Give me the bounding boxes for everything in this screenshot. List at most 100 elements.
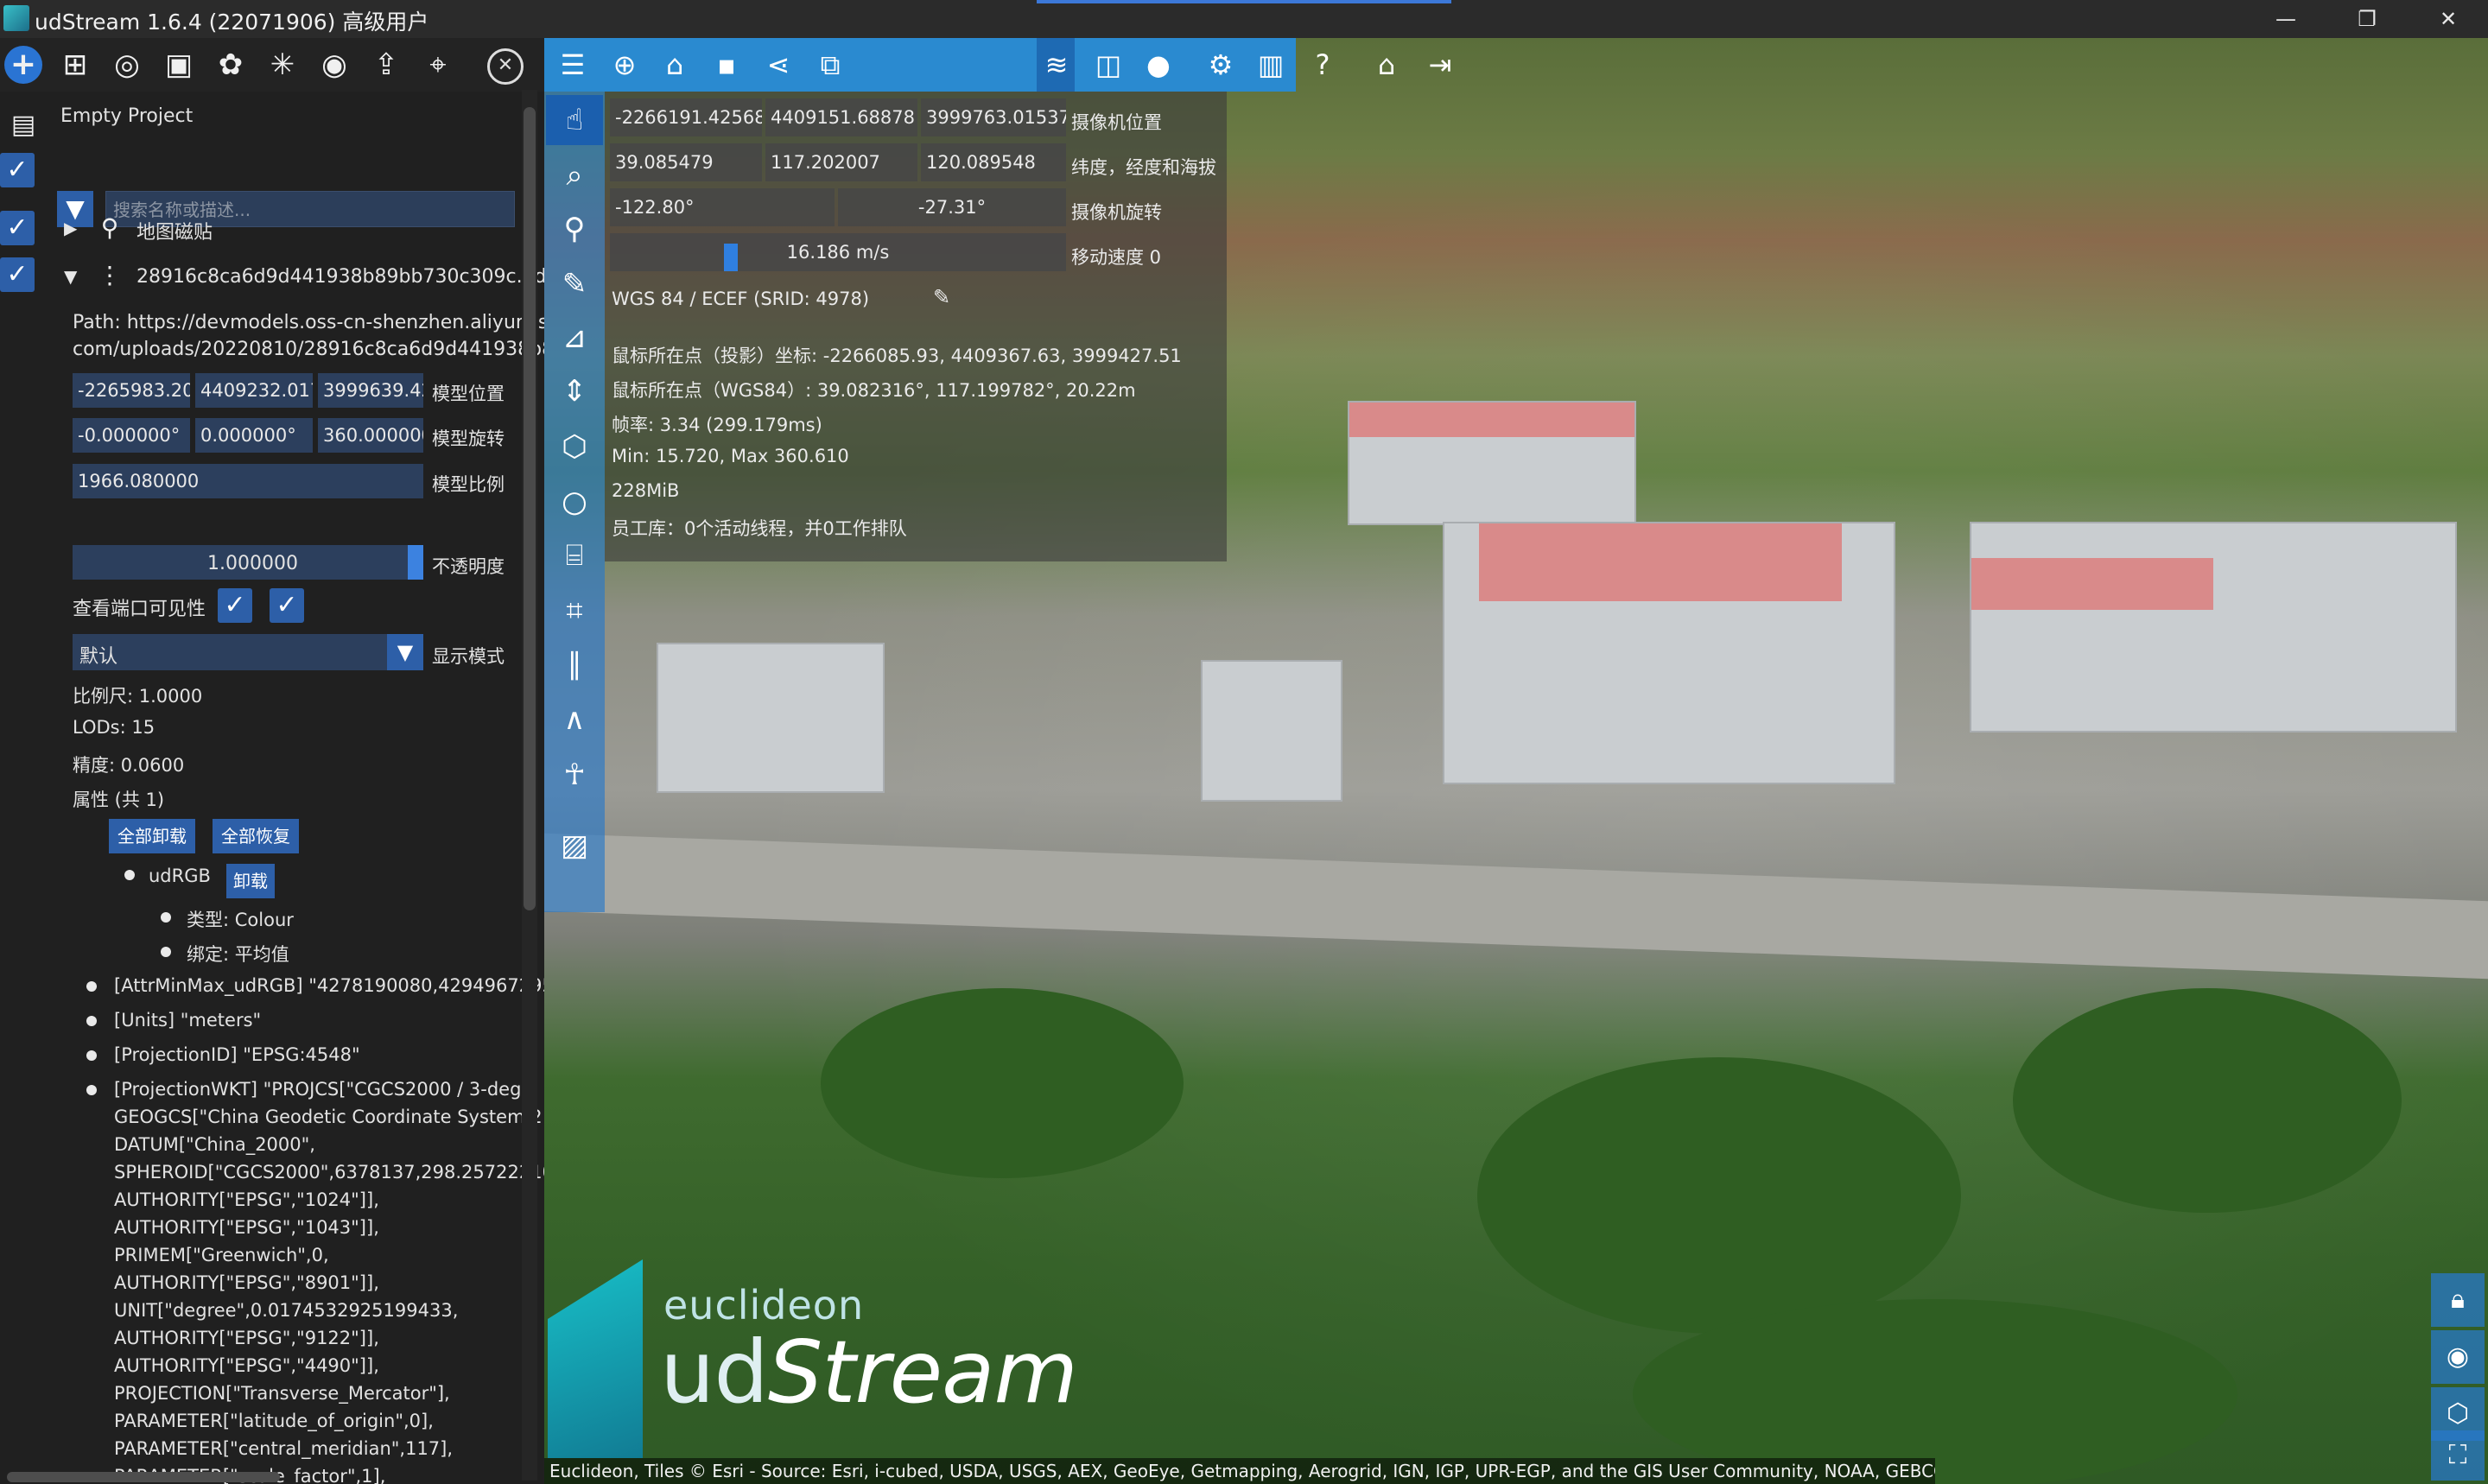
unload-all-button[interactable]: 全部卸载	[109, 819, 195, 853]
model-position-label: 模型位置	[432, 384, 505, 404]
opacity-value: 1.000000	[207, 553, 298, 574]
crop-icon[interactable]: ⌗	[551, 587, 598, 634]
minimize-button[interactable]: —	[2246, 0, 2326, 38]
person-icon[interactable]: ☥	[551, 752, 598, 798]
restore-all-button[interactable]: 全部恢复	[213, 819, 299, 853]
add-map-icon[interactable]: ⊞	[54, 43, 97, 86]
model-rotation-y[interactable]: 0.000000°	[195, 418, 313, 453]
close-circle-icon[interactable]: ✕	[487, 48, 524, 85]
visibility-checkbox-1[interactable]: ✓	[218, 588, 252, 623]
horizontal-scrollbar[interactable]	[7, 1472, 280, 1482]
lock-icon[interactable]: 🔒︎	[2431, 1273, 2485, 1327]
scene-building	[1970, 522, 2457, 732]
visibility-checkbox-2[interactable]: ✓	[270, 588, 304, 623]
close-button[interactable]: ✕	[2409, 0, 2488, 38]
camera-icon[interactable]: ◎	[105, 43, 149, 86]
profile-icon[interactable]: ∧	[551, 696, 598, 743]
model-scale-input[interactable]: 1966.080000	[73, 464, 423, 498]
sphere-icon[interactable]: ○	[551, 479, 598, 525]
help-icon[interactable]: ?	[1301, 43, 1344, 86]
model-path-line2: com/uploads/20220810/28916c8ca6d9d441938…	[73, 339, 544, 360]
bullet	[161, 947, 171, 957]
exit-icon[interactable]: ⇥	[1419, 43, 1462, 86]
screenshot-icon[interactable]: ▣	[157, 43, 200, 86]
opacity-slider-thumb[interactable]	[408, 545, 423, 580]
search-icon[interactable]: ⌕	[551, 152, 598, 199]
hand-pointer-icon[interactable]: ☝	[551, 97, 598, 143]
upload-icon[interactable]: ⇪	[365, 43, 408, 86]
camera-alt[interactable]: 120.089548	[921, 143, 1066, 181]
camera-lat[interactable]: 39.085479	[610, 143, 762, 181]
broadcast-icon[interactable]: ◉	[313, 43, 356, 86]
location-user-icon[interactable]: ⌖	[416, 43, 460, 86]
display-mode-value: 默认	[79, 646, 118, 668]
unload-button[interactable]: 卸载	[226, 864, 275, 898]
line-icon[interactable]: ∥	[551, 641, 598, 688]
model-rotation-z[interactable]: 360.000000°	[318, 418, 423, 453]
save-icon[interactable]: ▪	[705, 43, 748, 86]
camera-position-y[interactable]: 4409151.68878	[765, 98, 917, 136]
3d-viewport[interactable]: ☰ ⊕ ⌂ ▪ ⋖ ⧉ ≋ ◫ ● ⚙ ▥ ? ⌂ ⇥ ☝ ⌕ ⚲ ✎ ⊿ ⇕ …	[544, 38, 2488, 1484]
layers-icon[interactable]: ≋	[1035, 43, 1078, 86]
network-icon[interactable]: ✿	[209, 43, 252, 86]
model-position-x[interactable]: -2265983.20	[73, 373, 190, 408]
speed-slider-thumb[interactable]	[724, 244, 738, 271]
camera-position-x[interactable]: -2266191.42568	[610, 98, 762, 136]
collapse-arrow-icon[interactable]: ▼	[64, 266, 77, 287]
map-pin-icon[interactable]: ⚲	[551, 206, 598, 252]
tree-item-model[interactable]: 28916c8ca6d9d441938b89bb730c309c.uds	[136, 266, 544, 288]
menu-icon[interactable]: ☰	[551, 43, 594, 86]
type-text: 类型: Colour	[187, 910, 294, 930]
model-rotation-x[interactable]: -0.000000°	[73, 418, 190, 453]
expand-arrow-icon[interactable]: ▶	[64, 218, 77, 238]
chevron-down-icon[interactable]: ▼	[387, 634, 423, 670]
model-position-z[interactable]: 3999639.420	[318, 373, 423, 408]
model-position-y[interactable]: 4409232.017	[195, 373, 313, 408]
bullet	[161, 912, 171, 923]
restore-button[interactable]: ❐	[2327, 0, 2407, 38]
attributes-header[interactable]: 属性 (共 1)	[73, 786, 164, 812]
camera-position-z[interactable]: 3999763.015370	[921, 98, 1066, 136]
camera-position-label: 摄像机位置	[1071, 112, 1162, 133]
share-icon[interactable]: ⋖	[757, 43, 800, 86]
box-icon[interactable]: ⬡	[551, 423, 598, 470]
open-folder-icon[interactable]: ⌂	[653, 43, 696, 86]
wkt-line: PARAMETER["latitude_of_origin",0],	[114, 1411, 434, 1431]
edit-icon[interactable]: ✎	[933, 285, 957, 309]
graph-icon[interactable]: ✳	[261, 43, 304, 86]
tree-item-map-tiles[interactable]: 地图磁贴	[136, 217, 213, 244]
camera-pitch[interactable]: -27.31°	[838, 188, 1066, 226]
worker-status: 员工库：0个活动线程，并0工作排队	[612, 518, 907, 539]
image-icon[interactable]: ▨	[551, 822, 598, 869]
wkt-line: PARAMETER["central_meridian",117],	[114, 1438, 454, 1459]
add-icon[interactable]: +	[4, 46, 42, 84]
fullscreen-icon[interactable]: ⛶	[2431, 1430, 2485, 1481]
map-tiles-checkbox[interactable]: ✓	[0, 211, 35, 245]
measure-height-icon[interactable]: ⇕	[551, 368, 598, 415]
split-view-icon[interactable]: ◫	[1087, 43, 1130, 86]
home-icon[interactable]: ⌂	[1365, 43, 1408, 86]
display-mode-select[interactable]: 默认 ▼	[73, 634, 423, 670]
mouse-projected-coords: 鼠标所在点（投影）坐标: -2266085.93, 4409367.63, 39…	[612, 346, 1182, 366]
eye-icon[interactable]: ◉	[2431, 1330, 2485, 1384]
select-all-checkbox[interactable]: ✓	[0, 153, 35, 187]
collaborate-icon[interactable]: ⧉	[809, 43, 852, 86]
srid-text: WGS 84 / ECEF (SRID: 4978)	[612, 289, 870, 309]
book-icon[interactable]: ▥	[1249, 43, 1292, 86]
scene-building	[657, 643, 885, 793]
model-checkbox[interactable]: ✓	[0, 257, 35, 292]
globe-icon[interactable]: ●	[1137, 43, 1180, 86]
movement-speed-slider[interactable]: 16.186 m/s	[610, 233, 1066, 271]
settings-gear-icon[interactable]: ⚙	[1199, 43, 1242, 86]
wkt-line: AUTHORITY["EPSG","4490"]],	[114, 1355, 379, 1376]
pencil-icon[interactable]: ✎	[551, 261, 598, 308]
project-name[interactable]: Empty Project	[60, 105, 193, 127]
cylinder-icon[interactable]: ⌸	[551, 532, 598, 579]
camera-heading[interactable]: -122.80°	[610, 188, 835, 226]
camera-lon[interactable]: 117.202007	[765, 143, 917, 181]
wkt-line: SPHEROID["CGCS2000",6378137,298.25722210	[114, 1162, 544, 1183]
euclideon-logo	[548, 1259, 643, 1458]
new-project-icon[interactable]: ⊕	[603, 43, 646, 86]
measure-area-icon[interactable]: ⊿	[551, 314, 598, 361]
vertical-scrollbar[interactable]	[524, 107, 536, 910]
